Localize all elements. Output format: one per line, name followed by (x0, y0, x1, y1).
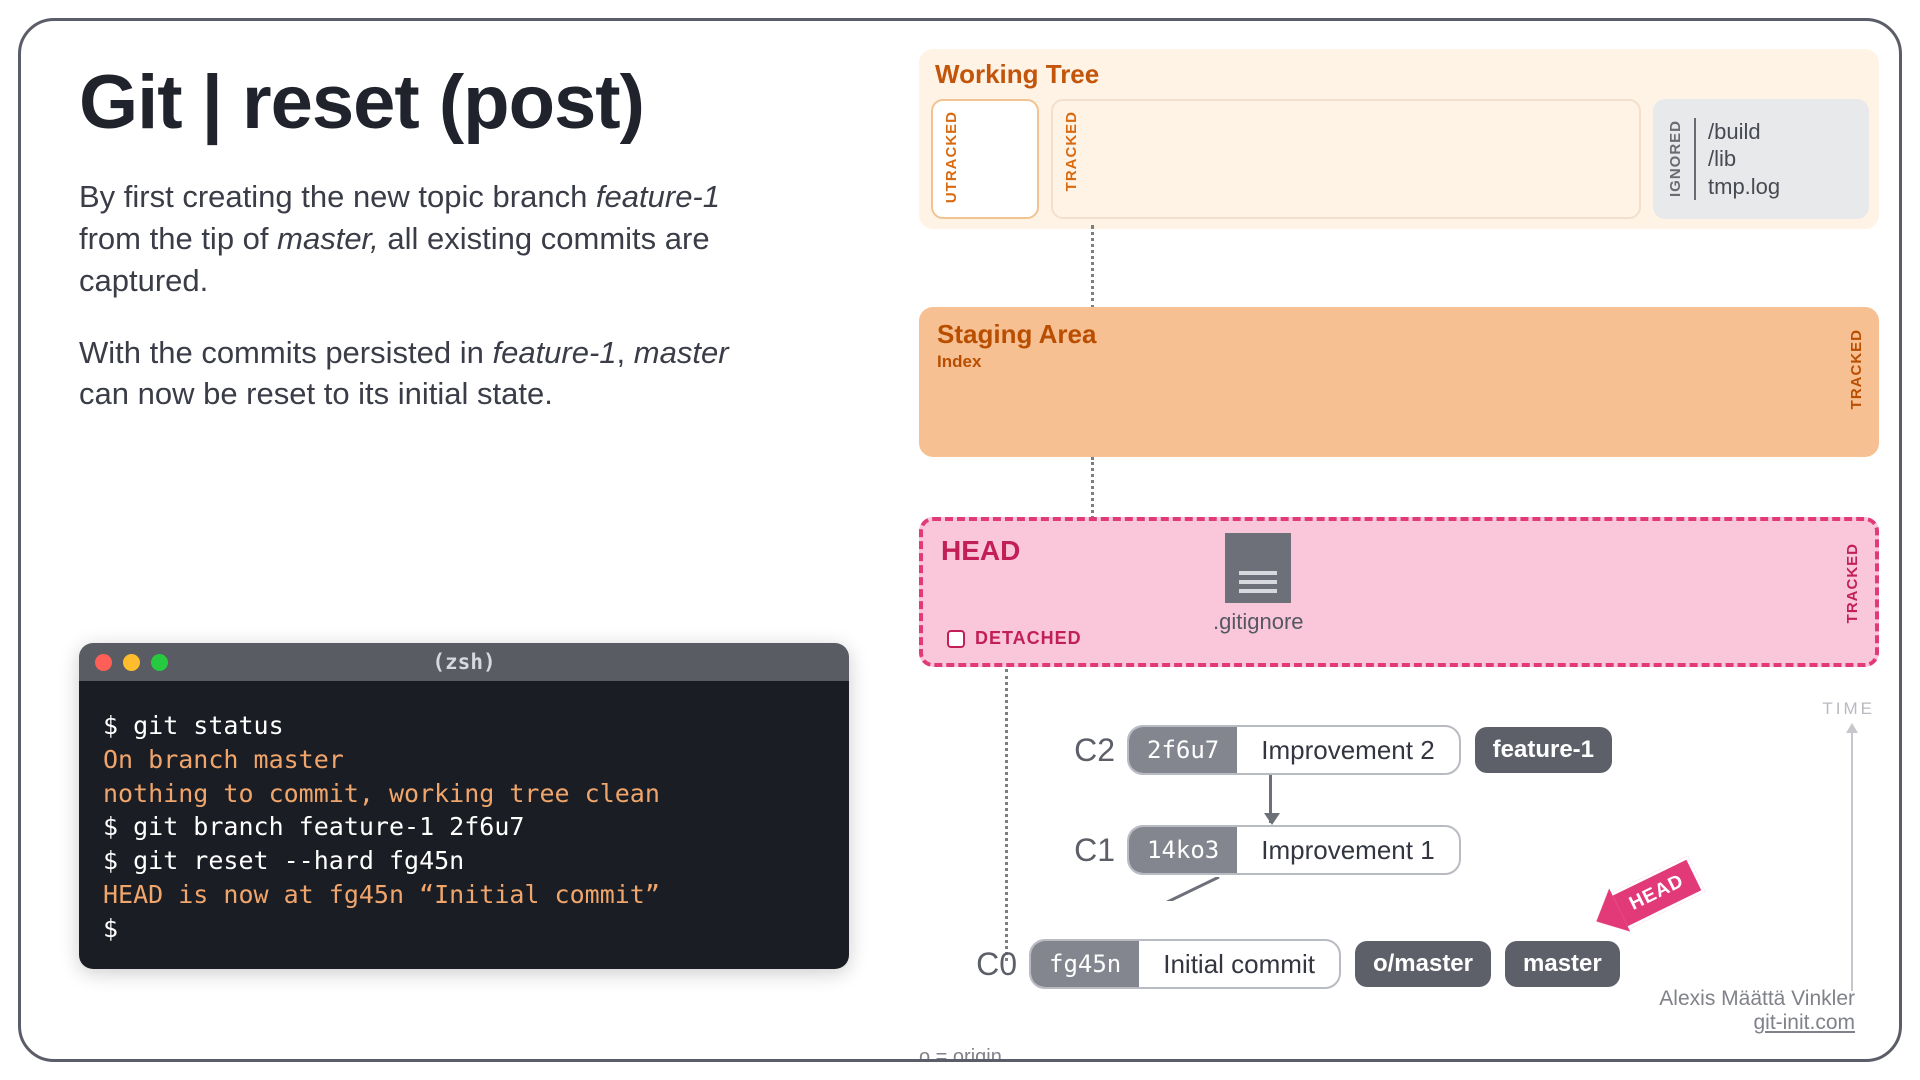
detached-indicator: DETACHED (947, 628, 1082, 649)
p2-text-a: With the commits persisted in (79, 335, 492, 370)
paragraph-2: With the commits persisted in feature-1,… (79, 332, 759, 416)
author-site: git-init.com (1659, 1011, 1855, 1035)
p2-em-2: master (634, 335, 729, 370)
staging-area-subtitle: Index (937, 352, 1861, 372)
p2-text-b: , (617, 335, 634, 370)
terminal-body: $ git status On branch master nothing to… (79, 681, 849, 969)
untracked-label: UTRACKED (943, 111, 960, 203)
paragraph-1: By first creating the new topic branch f… (79, 176, 759, 302)
head-panel: HEAD TRACKED DETACHED .gitignore (919, 517, 1879, 667)
term-line-4: $ git branch feature-1 2f6u7 (103, 810, 825, 844)
gitignore-filename: .gitignore (1213, 609, 1304, 635)
time-label: TIME (1822, 699, 1875, 719)
terminal-title-bar: (zsh) (79, 643, 849, 681)
p1-em-1: feature-1 (596, 179, 720, 214)
page-title: Git | reset (post) (79, 59, 879, 146)
branch-tag-master: master (1505, 941, 1620, 987)
ignored-file-2: /lib (1708, 145, 1780, 173)
ignored-file-1: /build (1708, 118, 1780, 146)
working-tree-panel: Working Tree UTRACKED TRACKED IGNORED /b… (919, 49, 1879, 229)
author-name: Alexis Määttä Vinkler (1659, 987, 1855, 1011)
ignored-label: IGNORED (1667, 120, 1684, 197)
ignored-files-list: /build /lib tmp.log (1694, 118, 1780, 201)
commit-c0-msg: Initial commit (1139, 949, 1339, 980)
p2-em-1: feature-1 (492, 335, 616, 370)
commit-c1-num: C1 (1017, 832, 1127, 869)
commit-row-c0: C0 fg45n Initial commit o/master master (919, 939, 1620, 989)
commit-c1-msg: Improvement 1 (1237, 835, 1458, 866)
commit-row-c2: C2 2f6u7 Improvement 2 feature-1 (1017, 725, 1612, 775)
commit-c1-hash: 14ko3 (1129, 827, 1237, 873)
tracked-box: TRACKED (1051, 99, 1641, 219)
commit-c2-pill: 2f6u7 Improvement 2 (1127, 725, 1461, 775)
commit-c2-num: C2 (1017, 732, 1127, 769)
ignored-file-3: tmp.log (1708, 173, 1780, 201)
term-line-1: $ git status (103, 709, 825, 743)
commit-c2-msg: Improvement 2 (1237, 735, 1458, 766)
term-line-2: On branch master (103, 743, 825, 777)
file-icon (1225, 533, 1291, 603)
detached-label: DETACHED (975, 628, 1082, 649)
p1-text-a: By first creating the new topic branch (79, 179, 596, 214)
commit-c1-pill: 14ko3 Improvement 1 (1127, 825, 1461, 875)
p2-text-c: can now be reset to its initial state. (79, 376, 553, 411)
term-line-7: $ (103, 912, 825, 946)
term-line-6: HEAD is now at fg45n “Initial commit” (103, 878, 825, 912)
staging-tracked-label: TRACKED (1848, 329, 1865, 409)
connector-wt-to-sa (1091, 225, 1094, 309)
term-line-3: nothing to commit, working tree clean (103, 777, 825, 811)
head-tracked-label: TRACKED (1844, 543, 1861, 623)
p1-text-b: from the tip of (79, 221, 277, 256)
tracked-label: TRACKED (1063, 111, 1080, 191)
untracked-box: UTRACKED (931, 99, 1039, 219)
staging-area-panel: Staging Area Index TRACKED (919, 307, 1879, 457)
time-axis (1851, 731, 1853, 991)
attribution: Alexis Määttä Vinkler git-init.com (1659, 987, 1855, 1035)
commit-c0-hash: fg45n (1031, 941, 1139, 987)
staging-area-title: Staging Area (937, 319, 1861, 350)
commit-c0-num: C0 (919, 946, 1029, 983)
gitignore-file: .gitignore (1213, 533, 1304, 635)
branch-tag-feature-1: feature-1 (1475, 727, 1612, 773)
commit-c0-pill: fg45n Initial commit (1029, 939, 1341, 989)
branch-tag-o-master: o/master (1355, 941, 1491, 987)
detached-checkbox-icon (947, 630, 965, 648)
connector-sa-to-head (1091, 457, 1094, 519)
commit-c2-hash: 2f6u7 (1129, 727, 1237, 773)
terminal-shell-name: (zsh) (79, 650, 849, 674)
arrow-c2-c1 (1269, 775, 1272, 823)
terminal-window: (zsh) $ git status On branch master noth… (79, 643, 849, 969)
p1-em-2: master, (277, 221, 379, 256)
working-tree-title: Working Tree (919, 49, 1879, 96)
head-title: HEAD (923, 521, 1875, 567)
origin-note: o = origin (919, 1046, 1002, 1062)
commit-row-c1: C1 14ko3 Improvement 1 (1017, 825, 1461, 875)
ignored-box: IGNORED /build /lib tmp.log (1653, 99, 1869, 219)
term-line-5: $ git reset --hard fg45n (103, 844, 825, 878)
